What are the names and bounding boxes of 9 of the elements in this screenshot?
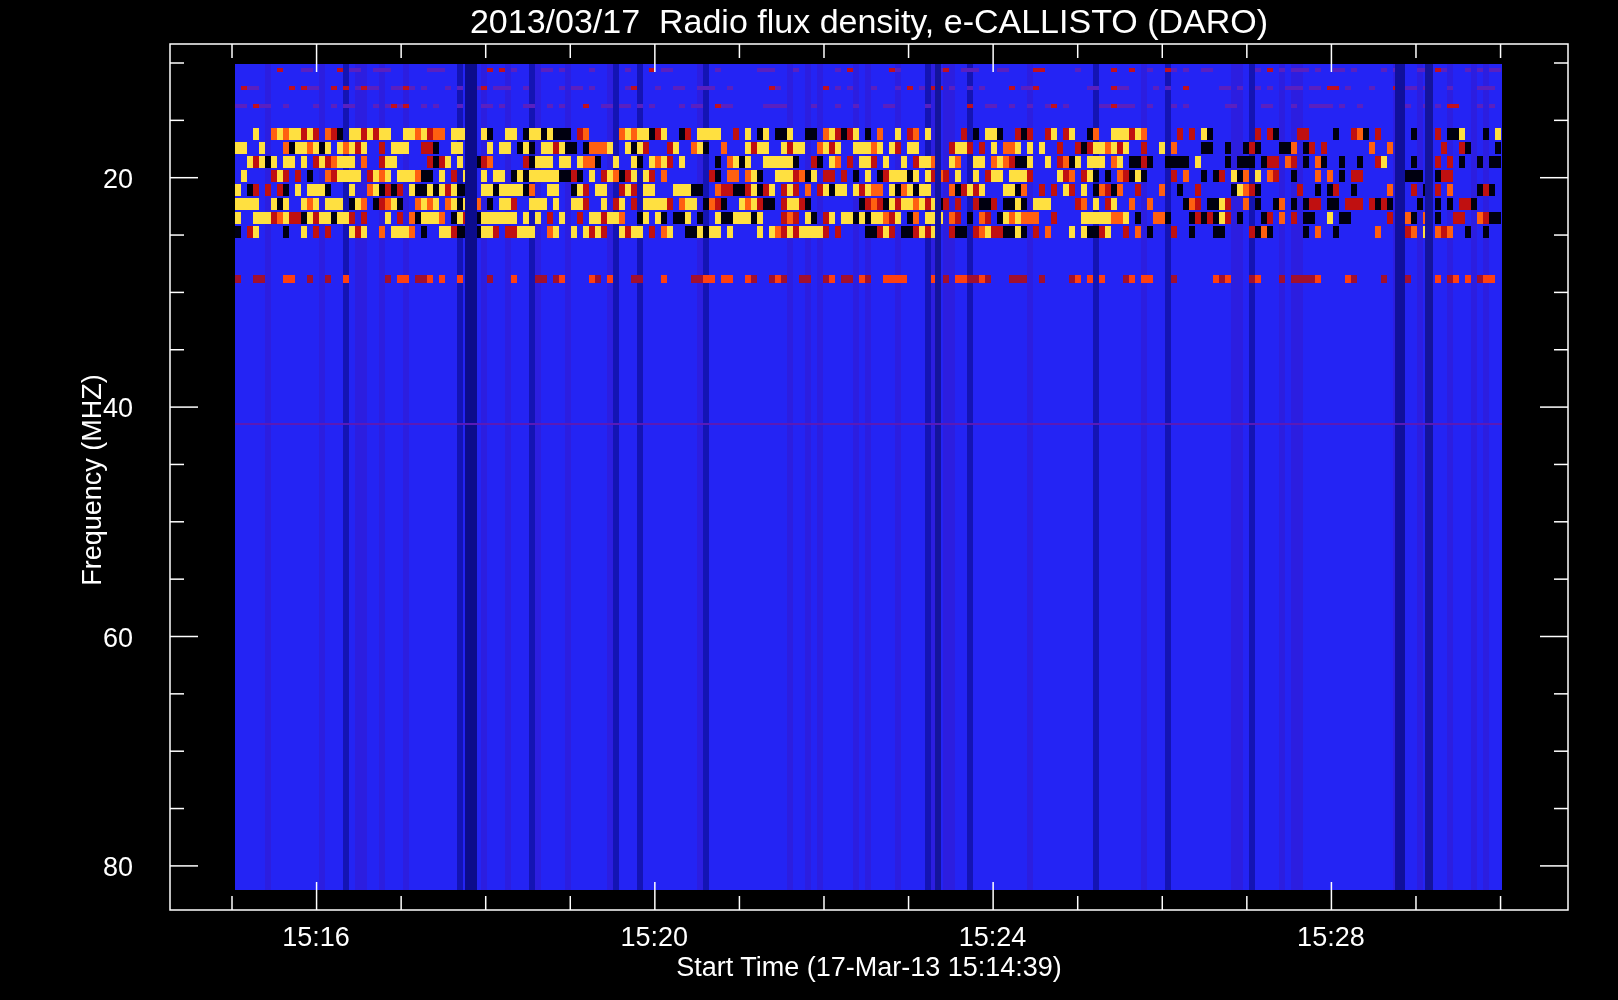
x-tick-label: 15:28	[1297, 922, 1365, 952]
x-tick-label: 15:20	[620, 922, 689, 952]
x-tick-label: 15:24	[958, 922, 1027, 952]
y-tick-label: 60	[102, 622, 133, 653]
y-tick-label: 20	[102, 164, 133, 194]
x-tick-label: 15:16	[282, 922, 350, 952]
chart-title: 2013/03/17 Radio flux density, e-CALLISTO (DARO)	[469, 2, 1269, 40]
y-tick-label: 80	[102, 852, 133, 883]
x-axis-label: Start Time (17-Mar-13 15:14:39)	[676, 952, 1062, 982]
